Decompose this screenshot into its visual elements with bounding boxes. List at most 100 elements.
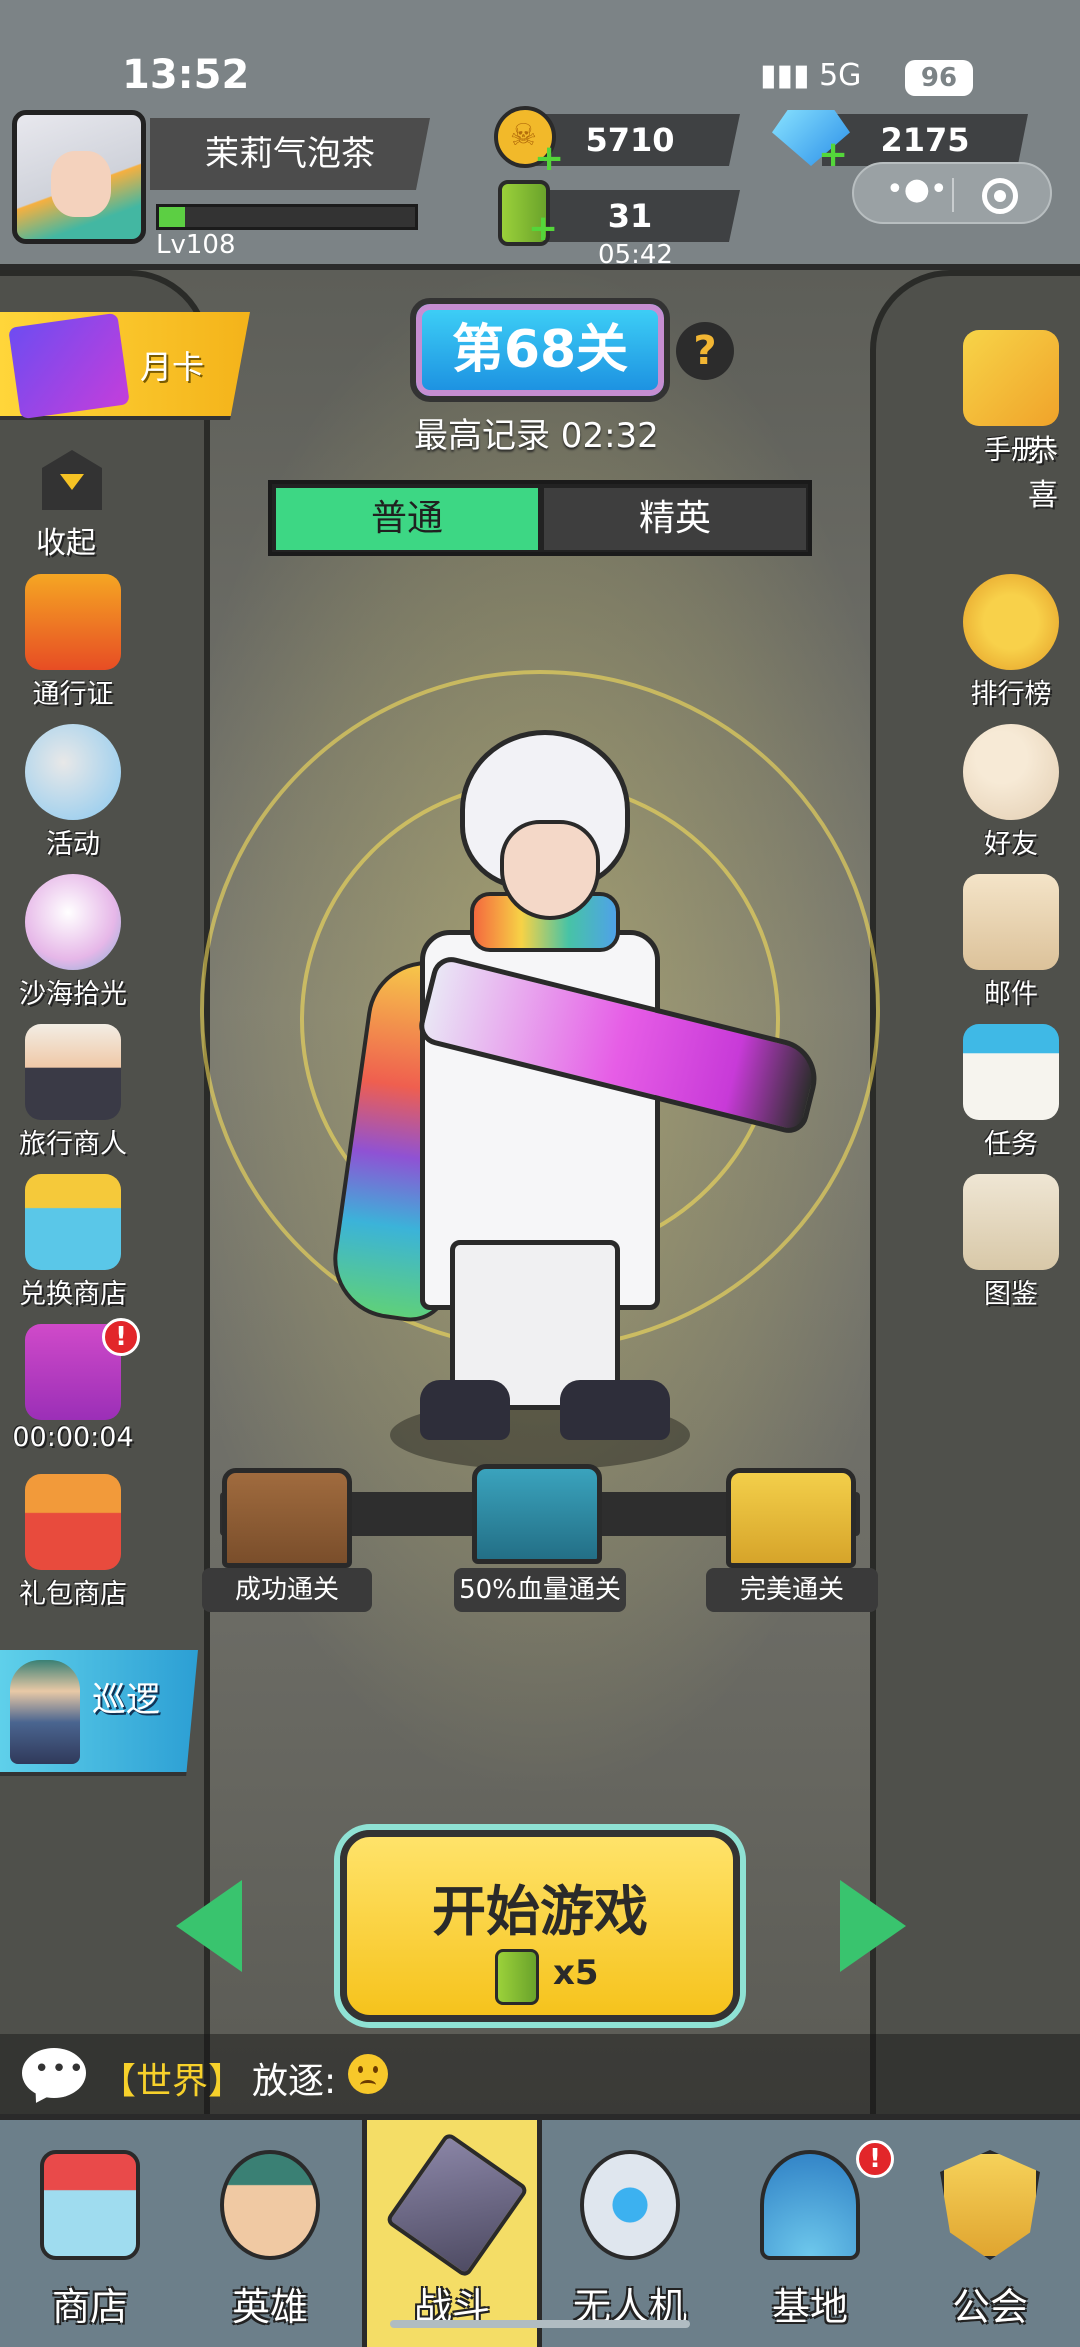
patrol-soldier-icon (10, 1660, 80, 1764)
close-target-icon[interactable] (982, 178, 1018, 214)
sidebar-item-merchant[interactable]: 旅行商人 (8, 1024, 138, 1161)
chest-label: 完美通关 (706, 1568, 878, 1612)
sidebar-item-label: 邮件 (984, 979, 1038, 1010)
gift-box-icon (25, 574, 121, 670)
guild-shield-icon (940, 2150, 1040, 2260)
add-gold-icon[interactable]: + (534, 141, 564, 177)
nav-shop[interactable]: 商店 (0, 2120, 180, 2347)
patrol-button[interactable]: 巡逻 (0, 1650, 198, 1776)
network-indicator: ▮▮▮ 5G (760, 58, 862, 93)
gift-shop-icon (25, 1474, 121, 1570)
chest-label: 50%血量通关 (454, 1568, 626, 1612)
add-stamina-icon[interactable]: + (528, 211, 558, 247)
sidebar-item-label: 兑换商店 (19, 1279, 127, 1310)
more-icon[interactable]: •●• (886, 172, 948, 207)
nav-label: 公会 (951, 2285, 1028, 2329)
energy-can-icon (495, 1949, 539, 2005)
next-stage-arrow-icon[interactable] (840, 1880, 906, 1972)
album-icon (963, 1174, 1059, 1270)
pearl-icon (25, 874, 121, 970)
player-avatar[interactable] (12, 110, 146, 244)
chest-half-hp[interactable] (472, 1464, 602, 1564)
handbook-icon (963, 330, 1059, 426)
sidebar-item-label: 排行榜 (970, 679, 1052, 710)
nav-label: 基地 (771, 2285, 848, 2329)
battery-indicator: 96 (905, 60, 973, 96)
chest-clear[interactable] (222, 1468, 352, 1568)
card-icon (8, 312, 130, 420)
sidebar-item-label: 沙海拾光 (19, 979, 127, 1010)
stamina-cost: x5 (553, 1953, 599, 1993)
nav-guild[interactable]: 公会 (900, 2120, 1080, 2347)
sidebar-item-label: 好友 (984, 829, 1038, 860)
clock: 13:52 (122, 52, 250, 98)
signal-icon: ▮▮▮ (760, 58, 820, 93)
chat-message: 放逐: (252, 2061, 337, 2102)
nav-drone[interactable]: 无人机 (540, 2120, 720, 2347)
alert-badge: ! (102, 1318, 140, 1356)
mail-icon (963, 874, 1059, 970)
sidebar-item-pass[interactable]: 通行证 (8, 574, 138, 711)
chat-channel: 【世界】 (100, 2061, 245, 2102)
shop-icon (40, 2150, 140, 2260)
shop-icon (25, 1174, 121, 1270)
sidebar-item-label: 任务 (984, 1129, 1038, 1160)
stamina-timer: 05:42 (598, 240, 673, 270)
trophy-icon (963, 574, 1059, 670)
chat-bubble-icon[interactable]: ••• (22, 2048, 86, 2098)
hero-boot (560, 1380, 670, 1440)
chest-label: 成功通关 (202, 1568, 372, 1612)
player-name: 茉莉气泡茶 (150, 118, 430, 190)
base-dome-icon (760, 2150, 860, 2260)
megaphone-icon (25, 724, 121, 820)
gem-counter: 2175 (822, 114, 1028, 166)
tab-normal[interactable]: 普通 (276, 488, 538, 550)
world-chat-bar[interactable]: ••• 【世界】 放逐: (0, 2034, 1080, 2114)
sidebar-item-album[interactable]: 图鉴 (946, 1174, 1076, 1311)
start-game-button[interactable]: 开始游戏 x5 (340, 1830, 740, 2022)
sidebar-item-label: 通行证 (32, 679, 114, 710)
sidebar-item-event[interactable]: 活动 (8, 724, 138, 861)
sidebar-item-exchange-shop[interactable]: 兑换商店 (8, 1174, 138, 1311)
nav-hero[interactable]: 英雄 (180, 2120, 360, 2347)
tab-elite[interactable]: 精英 (544, 488, 806, 550)
alert-badge: ! (856, 2140, 894, 2178)
nav-label: 英雄 (231, 2285, 308, 2329)
calendar-icon (963, 1024, 1059, 1120)
home-indicator (390, 2320, 690, 2328)
sidebar-item-label: 图鉴 (984, 1279, 1038, 1310)
skull-coin-icon[interactable]: ☠ + (494, 106, 564, 177)
collapse-label[interactable]: 收起 (36, 518, 96, 562)
start-game-label: 开始游戏 (432, 1880, 648, 1943)
stage-title: 第68关 (410, 298, 670, 402)
chest-perfect[interactable] (726, 1468, 856, 1568)
help-button[interactable]: ? (676, 322, 734, 380)
sidebar-item-sand-sea[interactable]: 沙海拾光 (8, 874, 138, 1011)
hero-face (500, 820, 600, 920)
month-card-label: 月卡 (140, 348, 205, 386)
month-card-button[interactable]: 月卡 (0, 312, 250, 420)
nav-label: 商店 (51, 2285, 128, 2329)
sidebar-item-gift-shop[interactable]: 礼包商店 (8, 1474, 138, 1611)
drone-icon (580, 2150, 680, 2260)
sad-emoji-icon (348, 2054, 388, 2094)
sidebar-item-label: 礼包商店 (19, 1579, 127, 1610)
hero-icon (220, 2150, 320, 2260)
congrats-overlay-text: 恭喜 (1028, 434, 1058, 513)
patrol-label: 巡逻 (92, 1680, 160, 1720)
miniprogram-capsule: •●• (852, 162, 1052, 224)
sidebar-item-tasks[interactable]: 任务 (946, 1024, 1076, 1161)
nav-battle[interactable]: 战斗 (362, 2120, 542, 2347)
sidebar-item-mail[interactable]: 邮件 (946, 874, 1076, 1011)
merchant-icon (25, 1024, 121, 1120)
add-gem-icon[interactable]: + (818, 137, 848, 173)
capsule-divider (952, 178, 954, 212)
sidebar-item-label: 活动 (46, 829, 100, 860)
player-level: Lv108 (156, 230, 236, 260)
friends-icon (963, 724, 1059, 820)
previous-stage-arrow-icon[interactable] (176, 1880, 242, 1972)
sidebar-item-label: 00:00:04 (12, 1422, 134, 1453)
sidebar-item-leaderboard[interactable]: 排行榜 (946, 574, 1076, 711)
rifle-icon (384, 2131, 530, 2279)
sidebar-item-friends[interactable]: 好友 (946, 724, 1076, 861)
